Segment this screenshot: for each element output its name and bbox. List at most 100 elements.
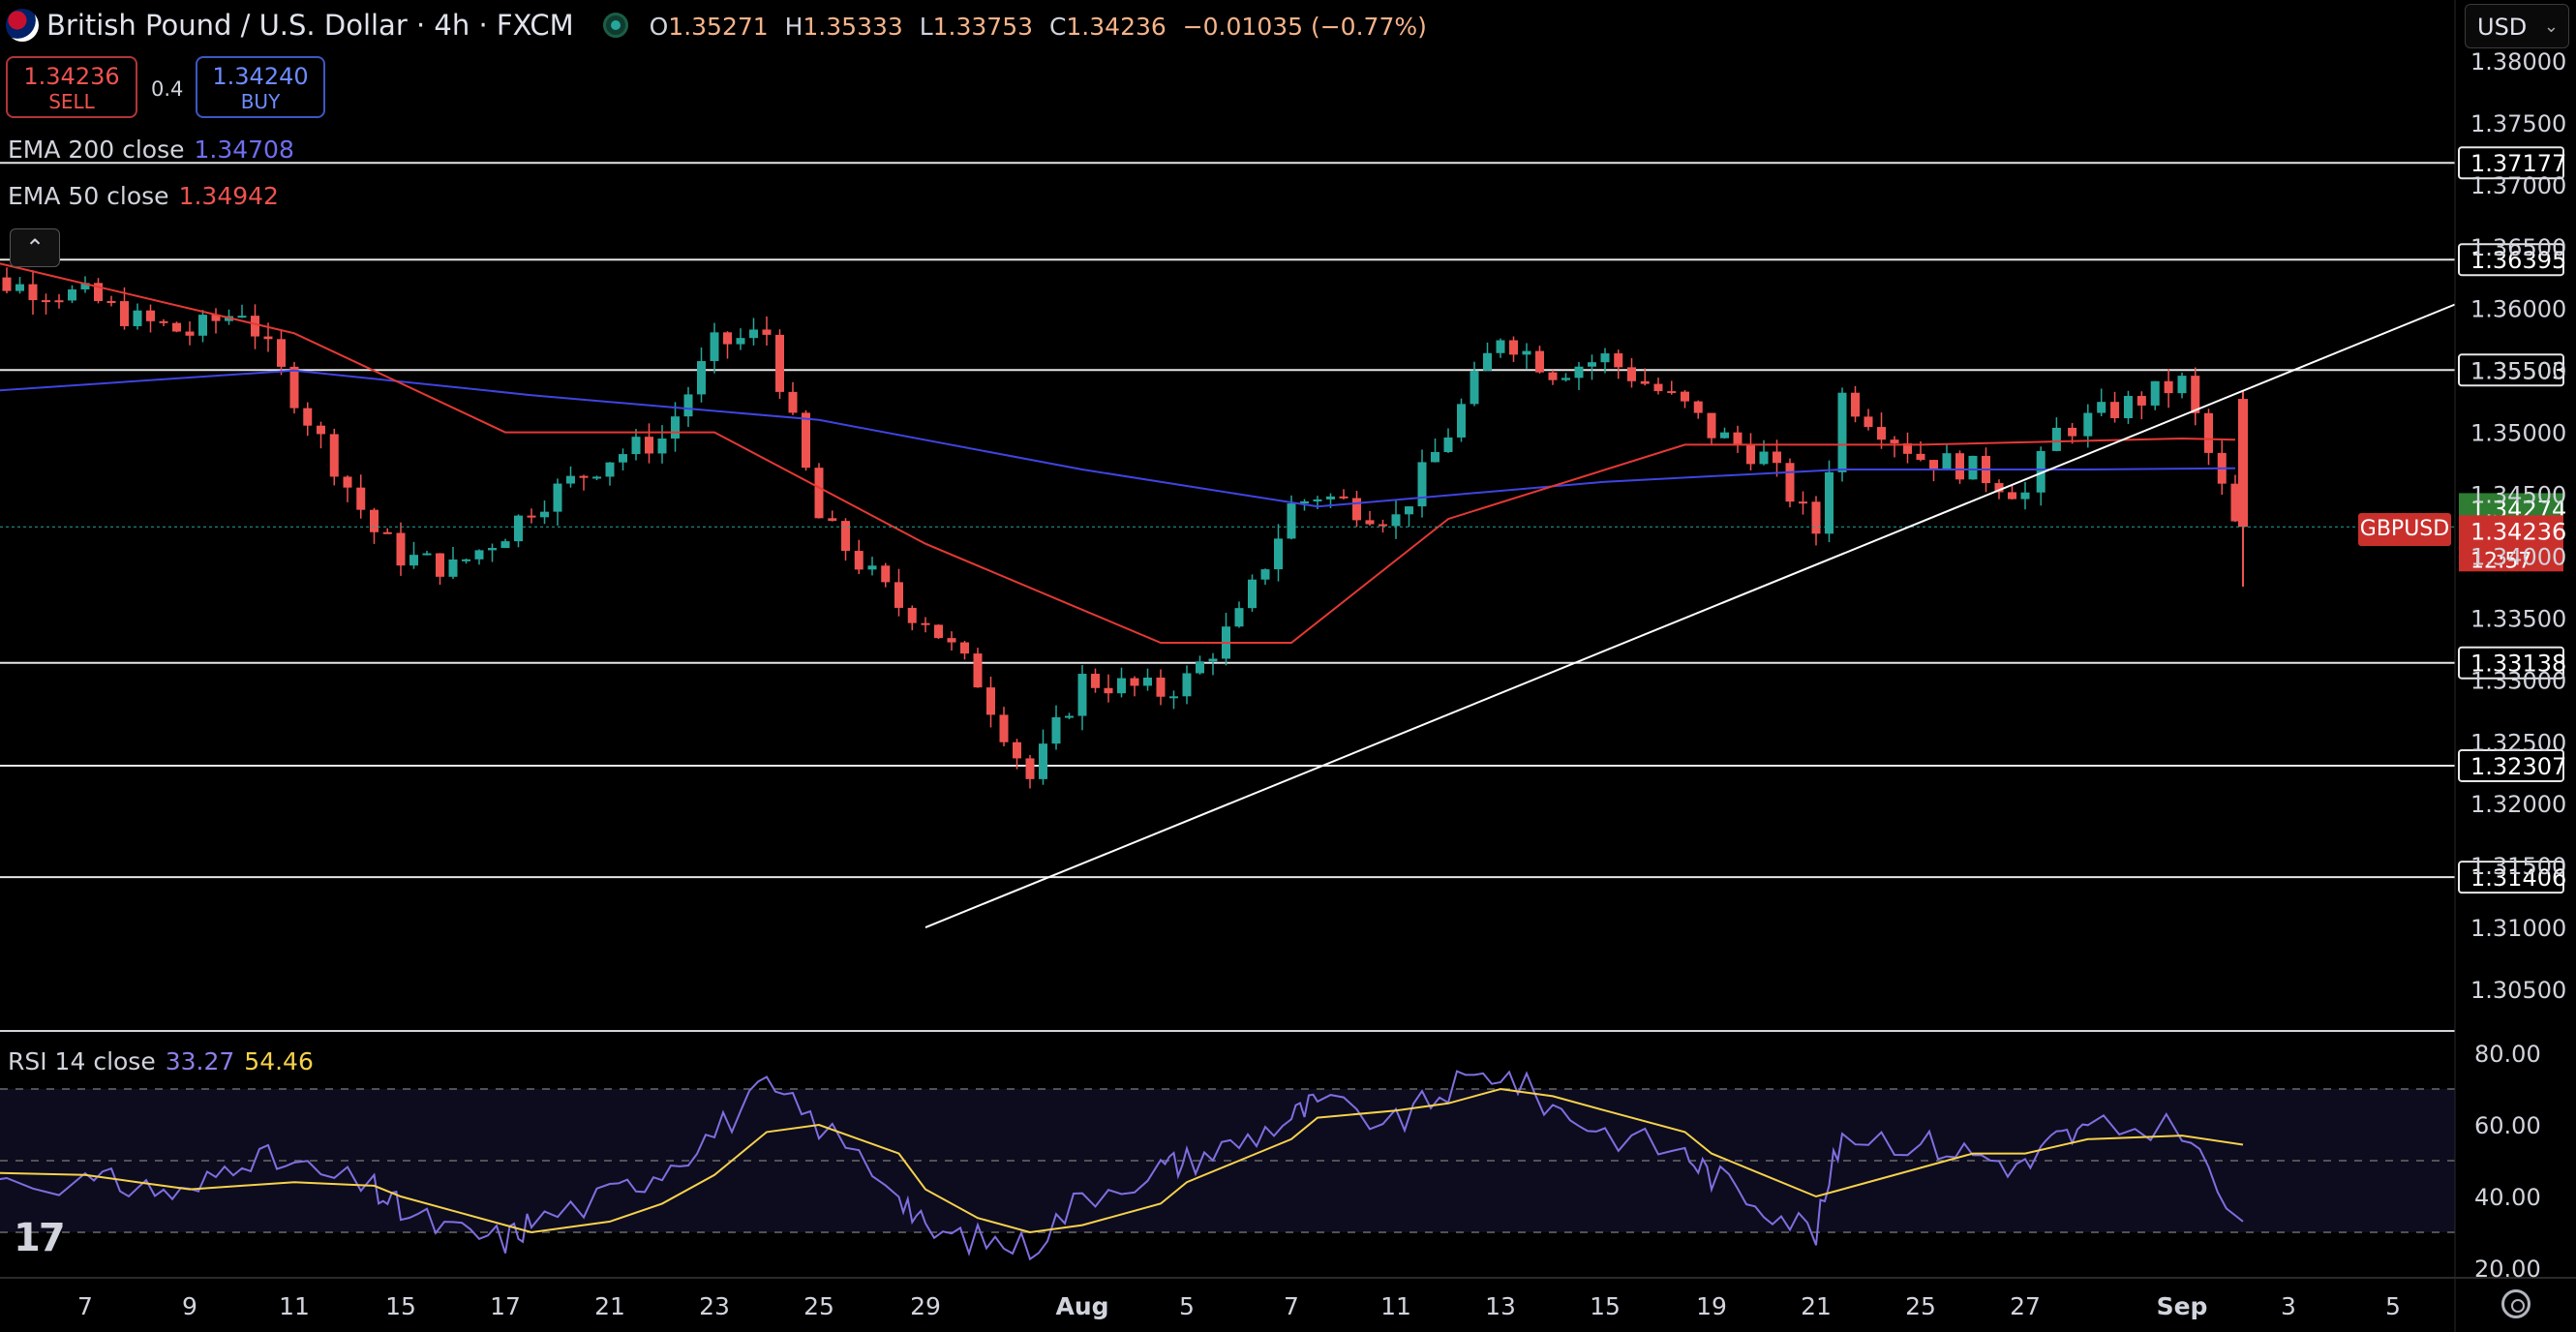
candle-body [1457,404,1466,438]
time-tick-label: 3 [2281,1292,2296,1320]
buy-button[interactable]: 1.34240 BUY [196,56,325,118]
candle-body [1234,608,1244,627]
price-tick-label: 1.37500 [2470,110,2566,137]
price-chart[interactable]: 1.371771.363951.355031.331381.323071.314… [0,0,2576,1332]
candle-body [1522,350,1531,355]
candle-body [1968,455,1978,480]
chart-header: British Pound / U.S. Dollar · 4h · FXCM … [6,6,1435,45]
candle-body [198,315,207,336]
candle-body [960,642,969,654]
time-tick-label: 11 [279,1292,310,1320]
price-tick-label: 1.35500 [2470,358,2566,385]
symbol-title[interactable]: British Pound / U.S. Dollar · 4h · FXCM [46,9,574,42]
symbol-price-tag: GBPUSD [2358,513,2451,546]
candle-body [106,301,116,304]
candle-body [1600,353,1610,363]
ema200-legend[interactable]: EMA 200 close 1.34708 [8,136,294,165]
candle-body [343,476,352,488]
time-tick-label: 7 [77,1292,93,1320]
candle-body [409,555,418,566]
price-tick-label: 1.32500 [2470,729,2566,756]
price-tick-label: 1.34500 [2470,482,2566,509]
candle-body [710,332,719,361]
gear-icon[interactable] [2501,1289,2531,1318]
time-tick-label: 15 [385,1292,416,1320]
sell-label: SELL [48,90,95,113]
collapse-legend-button[interactable]: ⌃ [10,228,60,267]
candle-body [2068,427,2077,437]
candle-body [973,653,983,688]
time-tick-label: 15 [1590,1292,1621,1320]
candle-body [1352,498,1361,521]
candle-body [907,607,917,623]
candle-body [1942,453,1952,470]
rsi-tick-label: 80.00 [2474,1041,2541,1068]
candle-body [1627,367,1636,381]
ema50-legend[interactable]: EMA 50 close 1.34942 [8,182,279,210]
candle-body [828,518,837,522]
candle-body [736,338,745,345]
candle-body [894,582,903,608]
candle-body [277,339,286,367]
candle-body [671,416,680,439]
currency-select[interactable]: USD ⌄ [2465,4,2569,48]
flag-icon [6,9,39,42]
candle-body [683,394,693,417]
rsi-value: 33.27 [165,1047,235,1075]
last-candle-body [2238,399,2248,528]
candle-body [775,334,784,392]
spread-value: 0.4 [151,77,184,101]
time-tick-label: 11 [1380,1292,1411,1320]
candle-body [592,476,601,479]
price-tick-label: 1.35000 [2470,420,2566,447]
candle-body [645,437,653,454]
candle-body [527,515,536,518]
candle-body [934,624,943,639]
sell-button[interactable]: 1.34236 SELL [6,56,137,118]
price-tick-label: 1.32000 [2470,791,2566,818]
rsi-legend[interactable]: RSI 14 close 33.27 54.46 [8,1047,314,1075]
candle-body [1667,391,1677,394]
candle-body [448,559,458,577]
buy-label: BUY [240,90,281,113]
trendline[interactable] [924,303,2456,928]
candle-body [474,550,484,560]
sell-price: 1.34236 [23,63,120,90]
candle-body [1417,462,1427,507]
price-tick-label: 1.31000 [2470,915,2566,942]
time-tick-label: 29 [910,1292,941,1320]
candle-body [1443,437,1453,453]
candle-body [1274,538,1283,570]
candle-body [1799,501,1807,504]
candle-body [1746,444,1755,465]
candle-body [120,301,129,326]
candle-body [1890,439,1899,443]
price-tick-label: 1.33500 [2470,605,2566,632]
candle-body [1391,514,1401,527]
tradingview-logo-icon[interactable]: 𝟭𝟳 [14,1216,66,1260]
change-value: −0.01035 (−0.77%) [1182,12,1427,41]
time-tick-label: 9 [182,1292,197,1320]
candle-body [1733,432,1743,445]
last-price-label: 1.34236 [2470,518,2566,545]
candle-body [2020,492,2030,500]
candle-body [2177,376,2187,394]
candle-body [317,425,325,435]
candle-body [1326,496,1335,500]
time-tick-label: 25 [1905,1292,1936,1320]
candle-body [1877,427,1886,440]
candle-body [1313,499,1322,501]
level-label: 1.32307 [2470,753,2566,780]
market-status-icon [602,13,628,38]
ema-lines: 1.342741.3423612:57 [0,262,2566,644]
price-tick-label: 1.37000 [2470,172,2566,199]
ema50-value: 1.34942 [178,182,279,210]
candle-body [947,638,956,643]
price-tick-label: 1.36500 [2470,234,2566,261]
candle-body [802,412,810,469]
candle-body [172,322,181,332]
time-tick-label: 17 [490,1292,521,1320]
candle-body [1104,687,1113,694]
candle-body [1955,453,1964,480]
candle-body [1156,678,1166,697]
